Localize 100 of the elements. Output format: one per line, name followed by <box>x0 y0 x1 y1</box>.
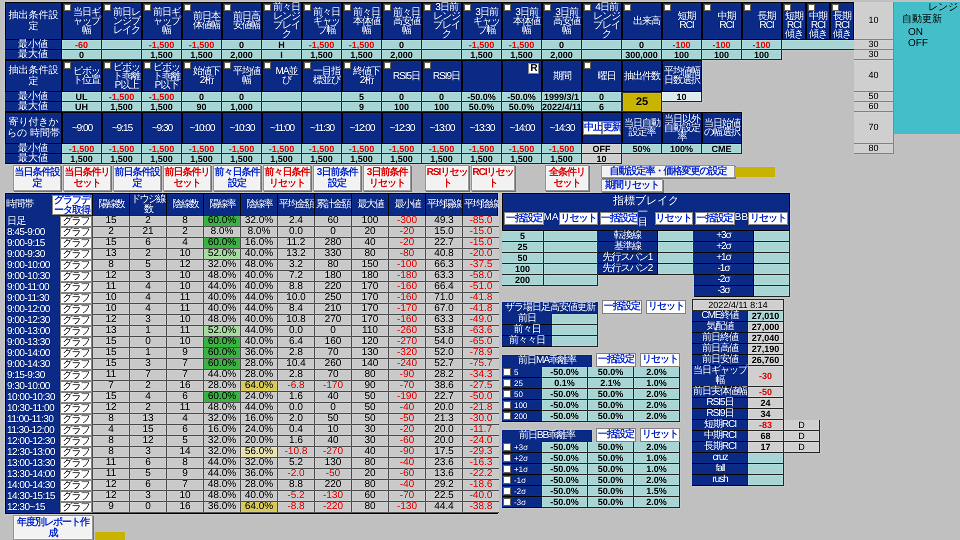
macro-button[interactable]: 当日条件リセット <box>63 165 111 191</box>
value-cell[interactable] <box>754 242 790 253</box>
macro-button[interactable]: リセット <box>748 212 788 224</box>
macro-button[interactable]: 更新 <box>602 121 621 135</box>
value-cell[interactable] <box>552 336 598 347</box>
value-cell[interactable]: 0 <box>542 40 582 50</box>
value-cell[interactable] <box>302 102 342 112</box>
checkbox[interactable] <box>424 62 431 69</box>
value-cell[interactable]: 1,500 <box>462 50 502 60</box>
value-cell[interactable]: 1,500 <box>542 154 582 164</box>
checkbox[interactable] <box>144 62 151 69</box>
graph-button[interactable]: グラフ <box>60 293 92 304</box>
value-cell[interactable] <box>422 40 462 50</box>
value-cell[interactable]: 6 <box>582 102 622 112</box>
value-cell[interactable] <box>422 50 462 60</box>
value-cell[interactable]: 2.0% <box>634 497 680 508</box>
checkbox[interactable] <box>744 4 751 11</box>
value-cell[interactable] <box>544 275 598 286</box>
checkbox[interactable] <box>503 476 511 484</box>
checkbox[interactable] <box>584 62 591 69</box>
checkbox[interactable] <box>503 390 511 398</box>
graph-button[interactable]: グラフ <box>60 260 92 271</box>
macro-button[interactable]: 当日条件設定 <box>13 165 61 191</box>
value-cell[interactable]: 1.0% <box>634 453 680 464</box>
value-cell[interactable] <box>754 231 790 242</box>
value-cell[interactable]: 1,500 <box>262 154 302 164</box>
value-cell[interactable]: 1,500 <box>342 50 382 60</box>
value-cell[interactable]: 50.0% <box>462 102 502 112</box>
checkbox[interactable] <box>224 4 231 11</box>
value-cell[interactable]: 1999/3/1 <box>542 92 582 102</box>
value-cell[interactable] <box>544 242 598 253</box>
checkbox[interactable] <box>344 4 351 11</box>
value-cell[interactable]: 1,500 <box>102 102 142 112</box>
value-cell[interactable]: 100 <box>742 50 782 60</box>
value-cell[interactable]: UH <box>62 102 102 112</box>
value-cell[interactable] <box>102 50 142 60</box>
value-cell[interactable] <box>102 40 142 50</box>
value-cell[interactable]: UL <box>62 92 102 102</box>
checkbox[interactable] <box>503 368 511 376</box>
value-cell[interactable] <box>748 464 784 475</box>
value-cell[interactable] <box>658 253 694 264</box>
graph-button[interactable]: グラフ <box>60 392 92 403</box>
checkbox[interactable] <box>384 4 391 11</box>
value-cell[interactable]: 1,500 <box>302 154 342 164</box>
value-cell[interactable]: 100% <box>662 144 702 154</box>
checkbox[interactable] <box>784 4 791 11</box>
value-cell[interactable]: 50.0% <box>588 464 634 475</box>
macro-button[interactable]: 中止 <box>583 121 602 135</box>
value-cell[interactable]: 50% <box>622 144 662 154</box>
value-cell[interactable]: 100 <box>662 50 702 60</box>
value-cell[interactable] <box>544 253 598 264</box>
value-cell[interactable]: 2.0% <box>634 400 680 411</box>
value-cell[interactable]: 0 <box>62 50 102 60</box>
graph-button[interactable]: グラフ <box>60 447 92 458</box>
value-cell[interactable]: OFF <box>582 144 622 154</box>
value-cell[interactable]: 50.0% <box>588 475 634 486</box>
value-cell[interactable]: 50.0% <box>588 442 634 453</box>
checkbox[interactable] <box>504 4 511 11</box>
value-cell[interactable]: 50.0% <box>588 411 634 422</box>
checkbox[interactable] <box>304 4 311 11</box>
value-cell[interactable]: 0 <box>582 92 622 102</box>
checkbox[interactable] <box>304 62 311 69</box>
value-cell[interactable]: 0.1% <box>542 378 588 389</box>
value-cell[interactable]: -50.0% <box>542 367 588 378</box>
checkbox[interactable] <box>503 454 511 462</box>
value-cell[interactable]: 300,000 <box>622 50 662 60</box>
checkbox[interactable] <box>503 379 511 387</box>
graph-button[interactable]: グラフ <box>60 249 92 260</box>
macro-button[interactable]: 前日条件設定 <box>113 165 161 191</box>
macro-button[interactable]: 一括設定 <box>596 428 636 442</box>
graph-button[interactable]: グラフ <box>60 414 92 425</box>
value-cell[interactable]: 90 <box>182 102 222 112</box>
value-cell[interactable]: 9 <box>342 102 382 112</box>
checkbox[interactable] <box>264 4 271 11</box>
checkbox[interactable] <box>503 465 511 473</box>
value-cell[interactable]: 1,500 <box>422 154 462 164</box>
value-cell[interactable] <box>552 314 598 325</box>
checkbox[interactable] <box>503 443 511 451</box>
graph-button[interactable]: グラフ <box>60 425 92 436</box>
checkbox[interactable] <box>544 4 551 11</box>
checkbox[interactable] <box>104 62 111 69</box>
value-cell[interactable]: 50.0% <box>588 400 634 411</box>
value-cell[interactable]: 10 <box>662 92 702 102</box>
value-cell[interactable]: 27,010 <box>748 311 784 322</box>
value-cell[interactable] <box>754 286 790 297</box>
value-cell[interactable]: 10 <box>582 154 622 164</box>
value-cell[interactable]: 1,500 <box>502 50 542 60</box>
graph-button[interactable]: グラフ <box>60 370 92 381</box>
value-cell[interactable]: -50.0% <box>542 464 588 475</box>
checkbox[interactable] <box>424 4 431 11</box>
graph-button[interactable]: グラフ <box>60 491 92 502</box>
r-button[interactable]: R <box>528 63 539 74</box>
graph-button[interactable]: グラフ <box>60 282 92 293</box>
graph-button[interactable]: グラフ <box>60 403 92 414</box>
macro-button[interactable]: 一括設定 <box>504 212 544 224</box>
value-cell[interactable] <box>302 92 342 102</box>
value-cell[interactable]: -50.0% <box>542 400 588 411</box>
value-cell[interactable] <box>754 264 790 275</box>
count-field[interactable]: 25 <box>622 92 662 112</box>
value-cell[interactable]: -50.0% <box>502 92 542 102</box>
